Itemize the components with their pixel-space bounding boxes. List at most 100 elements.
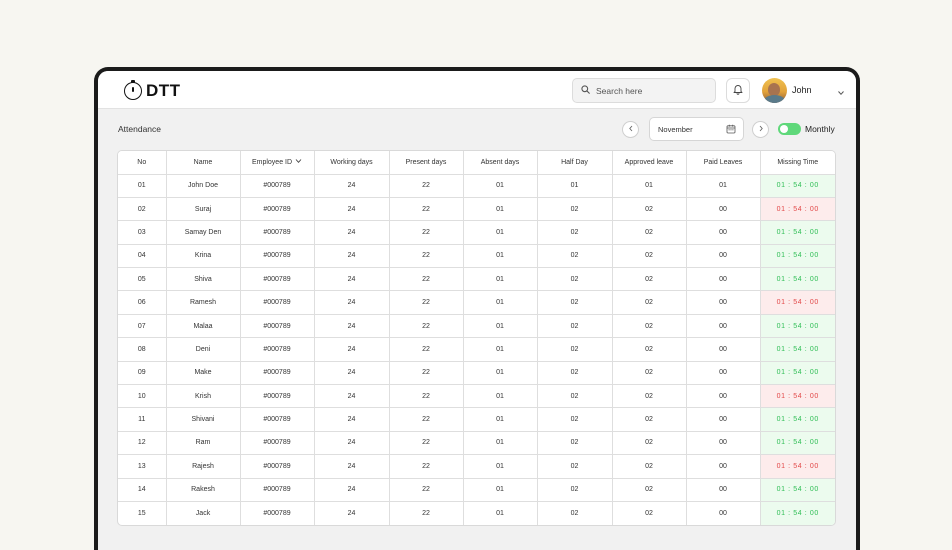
- column-header-present-days[interactable]: Present days: [389, 151, 464, 175]
- cell-half-day: 02: [537, 478, 613, 502]
- toolbar: Attendance November Monthly: [98, 109, 856, 149]
- column-header-paid-leaves[interactable]: Paid Leaves: [686, 151, 761, 175]
- table-row[interactable]: 11 Shivani #000789 24 22 01 02 02 00 01 : 54 : 00: [118, 407, 835, 432]
- cell-name: Shivani: [166, 407, 241, 432]
- table-row[interactable]: 04 Krina #000789 24 22 01 02 02 00 01 : 54 : 00: [118, 244, 835, 269]
- cell-present-days: 22: [389, 244, 464, 269]
- cell-name: Jack: [166, 501, 241, 525]
- cell-half-day: 02: [537, 197, 613, 222]
- cell-employee-id: #000789: [240, 174, 315, 198]
- column-header-absent-days[interactable]: Absent days: [463, 151, 538, 175]
- cell-employee-id: #000789: [240, 407, 315, 432]
- cell-approved-leave: 02: [612, 454, 687, 479]
- next-month-button[interactable]: [752, 121, 769, 138]
- cell-name: Ramesh: [166, 290, 241, 315]
- cell-absent-days: 01: [463, 244, 538, 269]
- cell-name: Deni: [166, 337, 241, 362]
- cell-employee-id: #000789: [240, 384, 315, 409]
- table-row[interactable]: 03 Samay Den #000789 24 22 01 02 02 00 01 : 54 : …: [118, 220, 835, 245]
- user-name[interactable]: John: [792, 85, 812, 95]
- cell-absent-days: 01: [463, 361, 538, 386]
- table-row[interactable]: 10 Krish #000789 24 22 01 02 02 00 01 : 54 : 00: [118, 384, 835, 409]
- notifications-button[interactable]: [726, 78, 750, 103]
- table-row[interactable]: 13 Rajesh #000789 24 22 01 02 02 00 01 : 54 : 00: [118, 454, 835, 479]
- cell-working-days: 24: [314, 174, 390, 198]
- previous-month-button[interactable]: [622, 121, 639, 138]
- table-row[interactable]: 07 Malaa #000789 24 22 01 02 02 00 01 : 54 : 00: [118, 314, 835, 339]
- cell-employee-id: #000789: [240, 290, 315, 315]
- cell-paid-leaves: 00: [686, 220, 761, 245]
- table-row[interactable]: 05 Shiva #000789 24 22 01 02 02 00 01 : 54 : 00: [118, 267, 835, 292]
- cell-employee-id: #000789: [240, 337, 315, 362]
- page-title: Attendance: [118, 124, 162, 134]
- cell-missing-time: 01 : 54 : 00: [760, 197, 835, 222]
- cell-employee-id: #000789: [240, 314, 315, 339]
- cell-working-days: 24: [314, 431, 390, 456]
- cell-absent-days: 01: [463, 220, 538, 245]
- cell-name: Krina: [166, 244, 241, 269]
- cell-name: Malaa: [166, 314, 241, 339]
- table-row[interactable]: 08 Deni #000789 24 22 01 02 02 00 01 : 54 : 00: [118, 337, 835, 362]
- cell-absent-days: 01: [463, 478, 538, 502]
- cell-half-day: 02: [537, 314, 613, 339]
- cell-working-days: 24: [314, 220, 390, 245]
- month-picker[interactable]: November: [649, 117, 744, 141]
- cell-half-day: 02: [537, 384, 613, 409]
- cell-half-day: 02: [537, 454, 613, 479]
- cell-name: Shiva: [166, 267, 241, 292]
- table-row[interactable]: 02 Suraj #000789 24 22 01 02 02 00 01 : 54 : 00: [118, 197, 835, 222]
- cell-absent-days: 01: [463, 431, 538, 456]
- search-placeholder[interactable]: Search here: [596, 86, 642, 96]
- table-row[interactable]: 09 Make #000789 24 22 01 02 02 00 01 : 54 : 00: [118, 361, 835, 386]
- cell-absent-days: 01: [463, 174, 538, 198]
- cell-half-day: 02: [537, 267, 613, 292]
- cell-approved-leave: 02: [612, 361, 687, 386]
- cell-half-day: 02: [537, 407, 613, 432]
- cell-no: 03: [118, 220, 167, 245]
- monthly-toggle[interactable]: [778, 123, 801, 135]
- search-box[interactable]: Search here: [572, 78, 716, 103]
- cell-present-days: 22: [389, 290, 464, 315]
- table-row[interactable]: 12 Ram #000789 24 22 01 02 02 00 01 : 54 : 00: [118, 431, 835, 456]
- cell-employee-id: #000789: [240, 501, 315, 525]
- cell-half-day: 02: [537, 220, 613, 245]
- chevron-down-icon[interactable]: [836, 85, 846, 96]
- cell-present-days: 22: [389, 267, 464, 292]
- device-frame: DTT Search here John Attendance November…: [94, 67, 860, 550]
- cell-missing-time: 01 : 54 : 00: [760, 337, 835, 362]
- cell-working-days: 24: [314, 478, 390, 502]
- brand-logo[interactable]: DTT: [124, 80, 181, 101]
- table-row[interactable]: 01 John Doe #000789 24 22 01 01 01 01 01 : 54 : 0…: [118, 174, 835, 198]
- cell-no: 09: [118, 361, 167, 386]
- column-header-missing-time[interactable]: Missing Time: [760, 151, 835, 175]
- table-row[interactable]: 06 Ramesh #000789 24 22 01 02 02 00 01 : 54 : 00: [118, 290, 835, 315]
- cell-working-days: 24: [314, 454, 390, 479]
- column-header-half-day[interactable]: Half Day: [537, 151, 613, 175]
- cell-working-days: 24: [314, 501, 390, 525]
- table-row[interactable]: 14 Rakesh #000789 24 22 01 02 02 00 01 : 54 : 00: [118, 478, 835, 502]
- cell-missing-time: 01 : 54 : 00: [760, 174, 835, 198]
- cell-missing-time: 01 : 54 : 00: [760, 454, 835, 479]
- chevron-down-icon[interactable]: [295, 158, 302, 166]
- column-header-name[interactable]: Name: [166, 151, 241, 175]
- column-header-employee-id[interactable]: Employee ID: [240, 151, 315, 175]
- avatar[interactable]: [762, 78, 787, 103]
- app-screen: DTT Search here John Attendance November…: [98, 71, 856, 550]
- cell-half-day: 02: [537, 361, 613, 386]
- cell-working-days: 24: [314, 361, 390, 386]
- cell-approved-leave: 02: [612, 220, 687, 245]
- cell-present-days: 22: [389, 501, 464, 525]
- table-row[interactable]: 15 Jack #000789 24 22 01 02 02 00 01 : 54 : 00: [118, 501, 835, 525]
- cell-half-day: 02: [537, 337, 613, 362]
- cell-employee-id: #000789: [240, 478, 315, 502]
- cell-no: 14: [118, 478, 167, 502]
- cell-present-days: 22: [389, 197, 464, 222]
- attendance-table: No Name Employee ID Working days Present…: [117, 150, 836, 526]
- column-header-approved-leave[interactable]: Approved leave: [612, 151, 687, 175]
- cell-paid-leaves: 00: [686, 197, 761, 222]
- column-header-working-days[interactable]: Working days: [314, 151, 390, 175]
- column-header-no[interactable]: No: [118, 151, 167, 175]
- cell-half-day: 01: [537, 174, 613, 198]
- cell-name: Suraj: [166, 197, 241, 222]
- table-header-row: No Name Employee ID Working days Present…: [118, 151, 835, 175]
